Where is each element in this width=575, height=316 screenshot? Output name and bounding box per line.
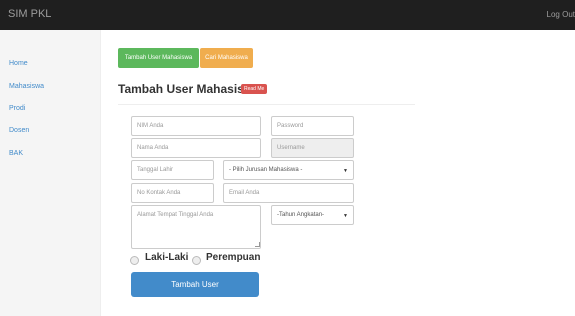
page-title: Tambah User Mahasiswa (118, 82, 260, 96)
year-select[interactable]: -Tahun Angkatan- ▼ (271, 205, 354, 225)
sidebar: Home Mahasiswa Prodi Dosen BAK (0, 30, 101, 316)
year-select-value: -Tahun Angkatan- (277, 212, 325, 218)
address-textarea[interactable]: Alamat Tempat Tinggal Anda (131, 205, 261, 249)
submit-button[interactable]: Tambah User (131, 272, 259, 297)
logout-link[interactable]: Log Out (547, 10, 575, 19)
gender-female-label: Perempuan (206, 252, 261, 263)
password-input[interactable]: Password (271, 116, 354, 136)
chevron-down-icon: ▼ (343, 168, 348, 174)
main-content: Tambah User Mahasiswa Cari Mahasiswa Tam… (101, 30, 575, 316)
email-input[interactable]: Email Anda (223, 183, 354, 203)
gender-female-radio[interactable] (192, 256, 201, 265)
sidebar-item-home[interactable]: Home (9, 60, 28, 67)
brand-title[interactable]: SIM PKL (8, 8, 51, 20)
sidebar-item-bak[interactable]: BAK (9, 150, 23, 157)
search-student-button[interactable]: Cari Mahasiswa (200, 48, 253, 68)
resize-handle-icon[interactable] (255, 242, 260, 247)
major-select[interactable]: - Pilih Jurusan Mahasiswa - ▼ (223, 160, 354, 180)
nim-input[interactable]: NIM Anda (131, 116, 261, 136)
sidebar-item-mahasiswa[interactable]: Mahasiswa (9, 83, 44, 90)
sidebar-item-prodi[interactable]: Prodi (9, 105, 25, 112)
chevron-down-icon: ▼ (343, 213, 348, 219)
contact-input[interactable]: No Kontak Anda (131, 183, 214, 203)
major-select-value: - Pilih Jurusan Mahasiswa - (229, 167, 303, 173)
read-me-badge[interactable]: Read Me (241, 84, 268, 94)
birthdate-input[interactable]: Tanggal Lahir (131, 160, 214, 180)
top-navbar: SIM PKL Log Out (0, 0, 575, 30)
sidebar-item-dosen[interactable]: Dosen (9, 127, 29, 134)
gender-male-radio[interactable] (130, 256, 139, 265)
gender-male-label: Laki-Laki (145, 252, 189, 263)
username-input: Username (271, 138, 354, 158)
divider (118, 104, 415, 105)
add-user-button[interactable]: Tambah User Mahasiswa (118, 48, 199, 68)
name-input[interactable]: Nama Anda (131, 138, 261, 158)
